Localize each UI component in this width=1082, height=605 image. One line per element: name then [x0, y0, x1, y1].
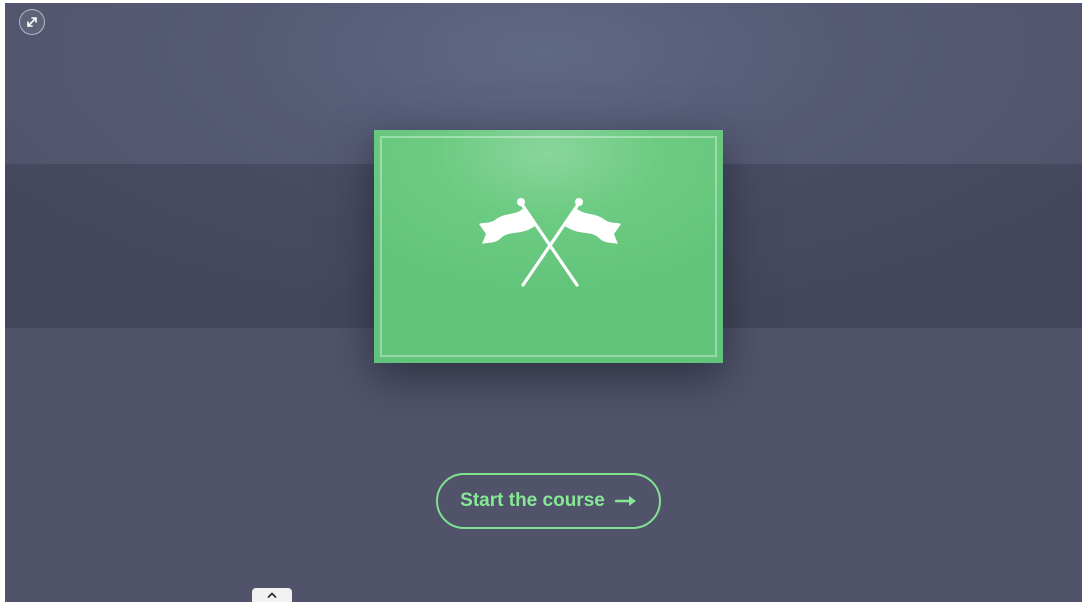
- fullscreen-toggle-button[interactable]: [19, 9, 45, 35]
- chevron-up-icon: [267, 592, 277, 598]
- collapse-panel-button[interactable]: [252, 588, 292, 602]
- start-course-button[interactable]: Start the course: [436, 473, 661, 529]
- course-cover-card: [374, 130, 723, 363]
- course-cover-stage: Start the course: [5, 3, 1082, 602]
- expand-arrows-icon: [27, 17, 37, 27]
- start-course-label: Start the course: [460, 490, 605, 511]
- crossed-flags-icon: [479, 198, 621, 287]
- arrow-right-icon: [614, 495, 637, 507]
